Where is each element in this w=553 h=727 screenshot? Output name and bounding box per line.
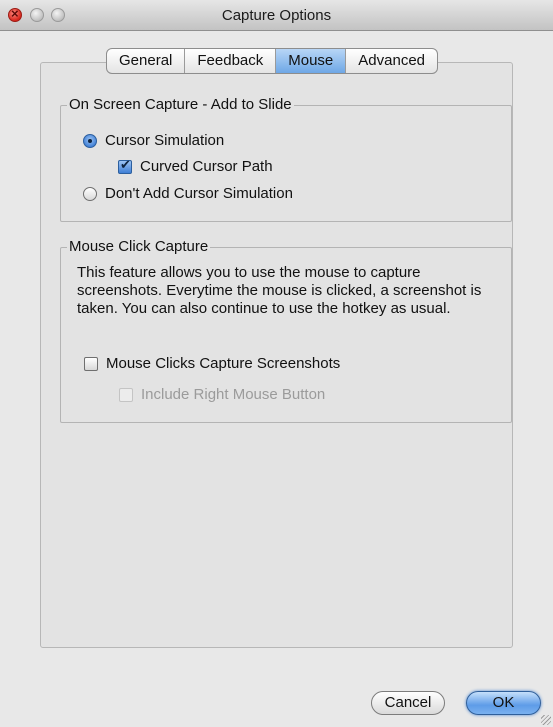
window-title: Capture Options — [221, 7, 332, 24]
cursor-simulation-option[interactable]: Cursor Simulation — [83, 132, 224, 149]
ok-button[interactable]: OK — [466, 691, 541, 715]
mouse-clicks-capture-option[interactable]: Mouse Clicks Capture Screenshots — [84, 355, 340, 372]
include-right-mouse-option: Include Right Mouse Button — [119, 386, 325, 403]
capture-options-window: Capture Options General Feedback Mouse A… — [0, 0, 553, 727]
on-screen-capture-group-label: On Screen Capture - Add to Slide — [67, 96, 294, 113]
mouse-click-capture-description: This feature allows you to use the mouse… — [77, 264, 482, 317]
cursor-simulation-label: Cursor Simulation — [105, 132, 225, 149]
tab-advanced[interactable]: Advanced — [346, 49, 437, 73]
title-bar[interactable]: Capture Options — [0, 0, 553, 31]
mouse-clicks-capture-checkbox[interactable] — [84, 356, 98, 371]
tab-mouse[interactable]: Mouse — [276, 49, 347, 73]
include-right-mouse-label: Include Right Mouse Button — [141, 386, 326, 403]
dont-add-cursor-radio[interactable] — [83, 186, 97, 201]
curved-cursor-path-label: Curved Cursor Path — [140, 158, 273, 175]
include-right-mouse-checkbox — [119, 387, 133, 402]
cancel-button[interactable]: Cancel — [371, 691, 445, 715]
dont-add-cursor-option[interactable]: Don't Add Cursor Simulation — [83, 185, 293, 202]
tab-bar: General Feedback Mouse Advanced — [106, 48, 438, 74]
dont-add-cursor-label: Don't Add Cursor Simulation — [105, 185, 293, 202]
tab-feedback[interactable]: Feedback — [185, 49, 277, 73]
cursor-simulation-radio[interactable] — [83, 133, 97, 148]
curved-cursor-path-option[interactable]: Curved Cursor Path — [118, 157, 273, 175]
resize-grip-icon[interactable] — [541, 715, 551, 725]
tab-general[interactable]: General — [107, 49, 186, 73]
mouse-click-capture-group-label: Mouse Click Capture — [67, 238, 211, 255]
curved-cursor-path-checkbox[interactable] — [118, 157, 132, 174]
mouse-clicks-capture-label: Mouse Clicks Capture Screenshots — [106, 355, 341, 372]
